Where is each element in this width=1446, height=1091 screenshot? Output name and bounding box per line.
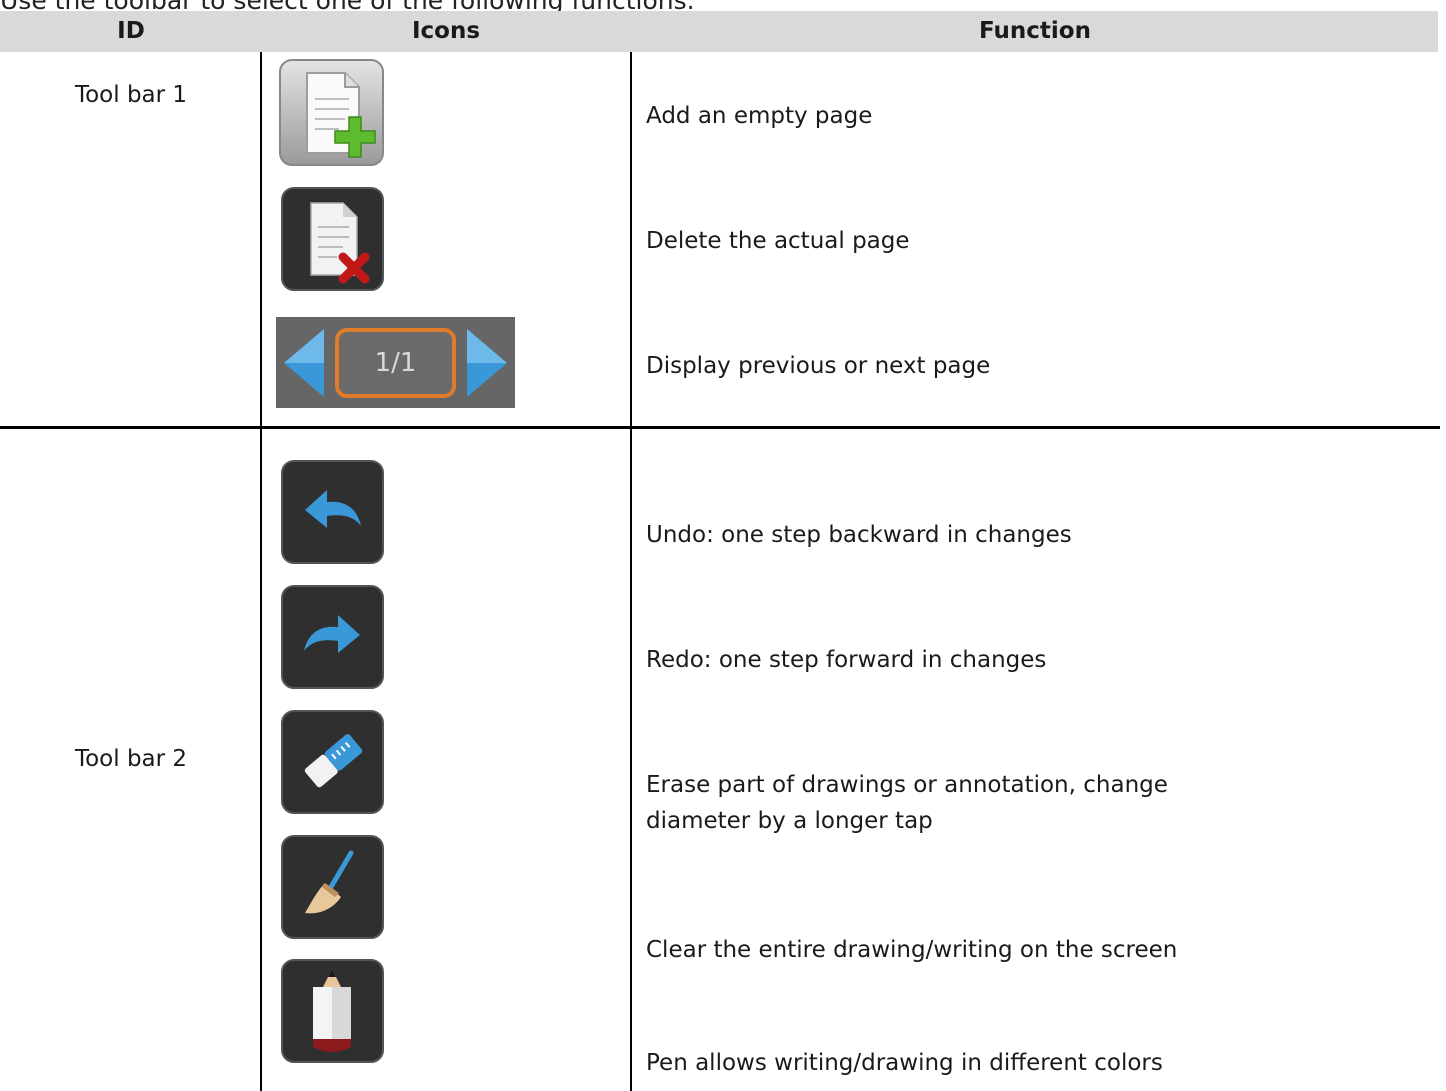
header-function: Function [978, 18, 1091, 44]
function-clear: Clear the entire drawing/writing on the … [646, 937, 1178, 963]
broom-icon [281, 835, 384, 939]
header-id: ID [117, 18, 145, 44]
function-add-page: Add an empty page [646, 103, 873, 129]
header-icons: Icons [411, 18, 481, 44]
pencil-icon [281, 959, 384, 1063]
function-undo: Undo: one step backward in changes [646, 522, 1072, 548]
function-redo: Redo: one step forward in changes [646, 647, 1047, 673]
add-page-icon [279, 59, 384, 166]
function-delete-page: Delete the actual page [646, 228, 910, 254]
column-divider-1 [260, 52, 262, 1091]
page-indicator: 1/1 [374, 348, 417, 378]
redo-icon [281, 585, 384, 689]
function-eraser: Erase part of drawings or annotation, ch… [646, 772, 1168, 834]
page-navigation-icon: 1/1 [276, 317, 515, 408]
group-divider [0, 426, 1440, 429]
toolbar-2-label: Tool bar 2 [74, 746, 188, 772]
table-header: ID Icons Function [0, 11, 1438, 52]
function-pen: Pen allows writing/drawing in different … [646, 1050, 1163, 1076]
column-divider-2 [630, 52, 632, 1091]
eraser-icon [281, 710, 384, 814]
function-page-navigation: Display previous or next page [646, 353, 991, 379]
toolbar-1-label: Tool bar 1 [74, 82, 188, 108]
delete-page-icon [281, 187, 384, 291]
undo-icon [281, 460, 384, 564]
